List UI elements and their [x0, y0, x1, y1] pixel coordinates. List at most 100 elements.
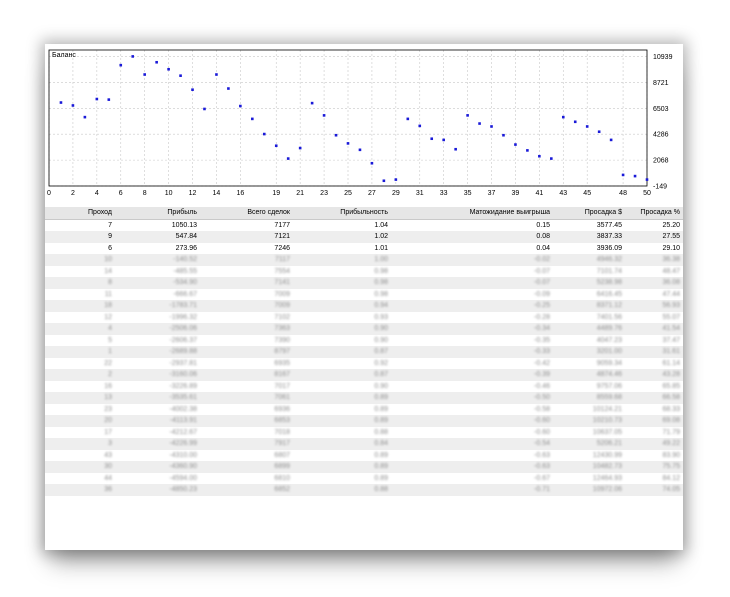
data-point	[573, 120, 577, 124]
table-cell: 41.54	[662, 325, 680, 333]
table-cell: 0.93	[374, 313, 388, 321]
column-header-total-trades[interactable]: Всего сделок	[200, 207, 293, 220]
table-cell: -2506.06	[169, 325, 197, 333]
results-table-container[interactable]: Проход Прибыль Всего сделок Прибыльность…	[45, 207, 683, 550]
table-cell: 7917	[274, 440, 290, 448]
table-cell: 9	[108, 233, 112, 241]
x-tick-label: 43	[559, 190, 567, 197]
table-cell: 3	[108, 440, 112, 448]
x-tick-label: 0	[47, 190, 51, 197]
table-row[interactable]: 3 -4226.99 7917 0.84 -0.54 5206.21 49.22	[45, 438, 683, 450]
table-cell: 8559.68	[596, 394, 622, 402]
chart-grid	[48, 50, 648, 187]
table-cell: 6	[108, 244, 112, 252]
table-cell: 22	[104, 359, 112, 367]
data-point	[95, 97, 99, 101]
table-row[interactable]: 12 -1996.32 7102 0.93 -0.28 7401.56 55.07	[45, 311, 683, 323]
table-row[interactable]: 10 -140.52 7117 1.00 -0.02 4946.32 36.38	[45, 254, 683, 266]
y-tick-label: 8721	[653, 80, 669, 87]
data-point	[514, 143, 517, 146]
table-cell: 6810	[274, 474, 290, 482]
table-row[interactable]: 9 547.84 7121 1.02 0.08 3837.33 27.55	[45, 231, 683, 243]
table-cell: 4489.76	[596, 325, 622, 333]
column-header-expected-payoff[interactable]: Матожидание выигрыша	[391, 207, 553, 220]
table-cell: 7390	[274, 336, 290, 344]
table-cell: -0.07	[534, 279, 550, 287]
x-tick-label: 12	[189, 190, 197, 197]
column-header-drawdown-money[interactable]: Просадка $	[553, 207, 625, 220]
table-row[interactable]: 14 -485.55 7554 0.98 -0.07 7101.74 48.47	[45, 265, 683, 277]
column-header-profit[interactable]: Прибыль	[115, 207, 200, 220]
table-cell: 0.89	[374, 463, 388, 471]
table-cell: -0.07	[534, 267, 550, 275]
table-cell: 7061	[274, 394, 290, 402]
column-header-drawdown-percent[interactable]: Просадка %	[625, 207, 683, 220]
table-cell: 0.89	[374, 394, 388, 402]
column-header-pass[interactable]: Проход	[45, 207, 115, 220]
results-table: Проход Прибыль Всего сделок Прибыльность…	[45, 207, 683, 496]
table-cell: 7009	[274, 302, 290, 310]
table-row[interactable]: 16 -3226.89 7017 0.90 -0.46 9757.06 65.85	[45, 380, 683, 392]
data-point	[621, 173, 625, 177]
table-row[interactable]: 17 -4212.67 7018 0.88 -0.60 10637.05 71.79	[45, 426, 683, 438]
table-row[interactable]: 8 -534.90 7141 0.98 -0.07 5238.98 36.08	[45, 277, 683, 289]
data-point	[59, 101, 63, 104]
table-cell: 3201.00	[596, 348, 622, 356]
table-row[interactable]: 7 1050.13 7177 1.04 0.15 3577.45 25.20	[45, 219, 683, 231]
table-row[interactable]: 6 273.96 7246 1.01 0.04 3936.09 29.10	[45, 242, 683, 254]
y-tick-label: 6503	[653, 106, 669, 113]
table-cell: 9757.06	[596, 382, 622, 390]
table-row[interactable]: 2 -3160.06 8167 0.87 -0.39 4874.46 43.28	[45, 369, 683, 381]
table-cell: 1.00	[374, 256, 388, 264]
table-cell: 1050.13	[171, 221, 197, 229]
data-point	[442, 138, 445, 142]
table-row[interactable]: 44 -4594.00 6810 0.89 -0.67 12464.93 84.12	[45, 472, 683, 484]
table-row[interactable]: 13 -3535.61 7061 0.89 -0.50 8559.68 66.58	[45, 392, 683, 404]
table-cell: 4874.46	[596, 371, 622, 379]
data-point	[71, 104, 75, 107]
table-row[interactable]: 30 -4360.90 6899 0.89 -0.63 10482.73 75.75	[45, 461, 683, 473]
table-row[interactable]: 11 -666.67 7009 0.98 -0.09 6416.45 47.44	[45, 288, 683, 300]
table-cell: 0.04	[536, 244, 550, 252]
table-cell: 71.79	[662, 428, 680, 436]
table-cell: -4002.38	[169, 405, 197, 413]
table-cell: 43	[104, 451, 112, 459]
table-cell: 44	[104, 474, 112, 482]
x-axis-ticks: 0 2 4 6 8 10 12 14 16 19 21 23 25 27 29 31 33 35 37 39 41 43 4…	[47, 190, 651, 197]
table-cell: -4594.00	[169, 474, 197, 482]
table-cell: -4113.91	[169, 417, 197, 425]
x-tick-label: 2	[71, 190, 75, 197]
y-tick-label: -149	[653, 184, 667, 191]
table-cell: -2689.88	[169, 348, 197, 356]
column-header-profitability[interactable]: Прибыльность	[293, 207, 391, 220]
y-tick-label: 4286	[653, 132, 669, 139]
data-point	[274, 144, 278, 148]
table-cell: -0.60	[534, 417, 550, 425]
table-row[interactable]: 22 -2937.81 6935 0.92 -0.42 9059.34 61.14	[45, 357, 683, 369]
table-row[interactable]: 18 -1783.71 7009 0.94 -0.25 8371.12 56.93	[45, 300, 683, 312]
table-row[interactable]: 43 -4310.00 6807 0.89 -0.63 12430.99 83.90	[45, 449, 683, 461]
table-row[interactable]: 1 -2689.88 8797 0.87 -0.33 3201.00 31.61	[45, 346, 683, 358]
table-row[interactable]: 36 -4850.23 6852 0.88 -0.71 10972.06 74.05	[45, 484, 683, 496]
table-row[interactable]: 23 -4002.38 6936 0.89 -0.58 10124.21 68.33	[45, 403, 683, 415]
table-cell: 1	[108, 348, 112, 356]
table-cell: 7	[108, 221, 112, 229]
table-cell: 0.08	[536, 233, 550, 241]
table-cell: 7018	[274, 428, 290, 436]
table-cell: 7554	[274, 267, 290, 275]
x-tick-label: 23	[320, 190, 328, 197]
data-point	[454, 147, 457, 151]
data-point	[538, 154, 541, 158]
table-cell: 7009	[274, 290, 290, 298]
table-cell: 7246	[274, 244, 290, 252]
data-point	[633, 174, 637, 178]
table-row[interactable]: 20 -4113.91 6853 0.89 -0.60 10210.73 69.08	[45, 415, 683, 427]
table-row[interactable]: 5 -2606.37 7390 0.90 -0.35 4047.23 37.47	[45, 334, 683, 346]
data-point	[191, 88, 194, 91]
table-cell: -2606.37	[169, 336, 197, 344]
data-point	[609, 138, 613, 142]
table-cell: 10637.05	[592, 428, 622, 436]
table-cell: 17	[104, 428, 112, 436]
table-cell: -0.50	[534, 394, 550, 402]
table-row[interactable]: 4 -2506.06 7363 0.90 -0.34 4489.76 41.54	[45, 323, 683, 335]
